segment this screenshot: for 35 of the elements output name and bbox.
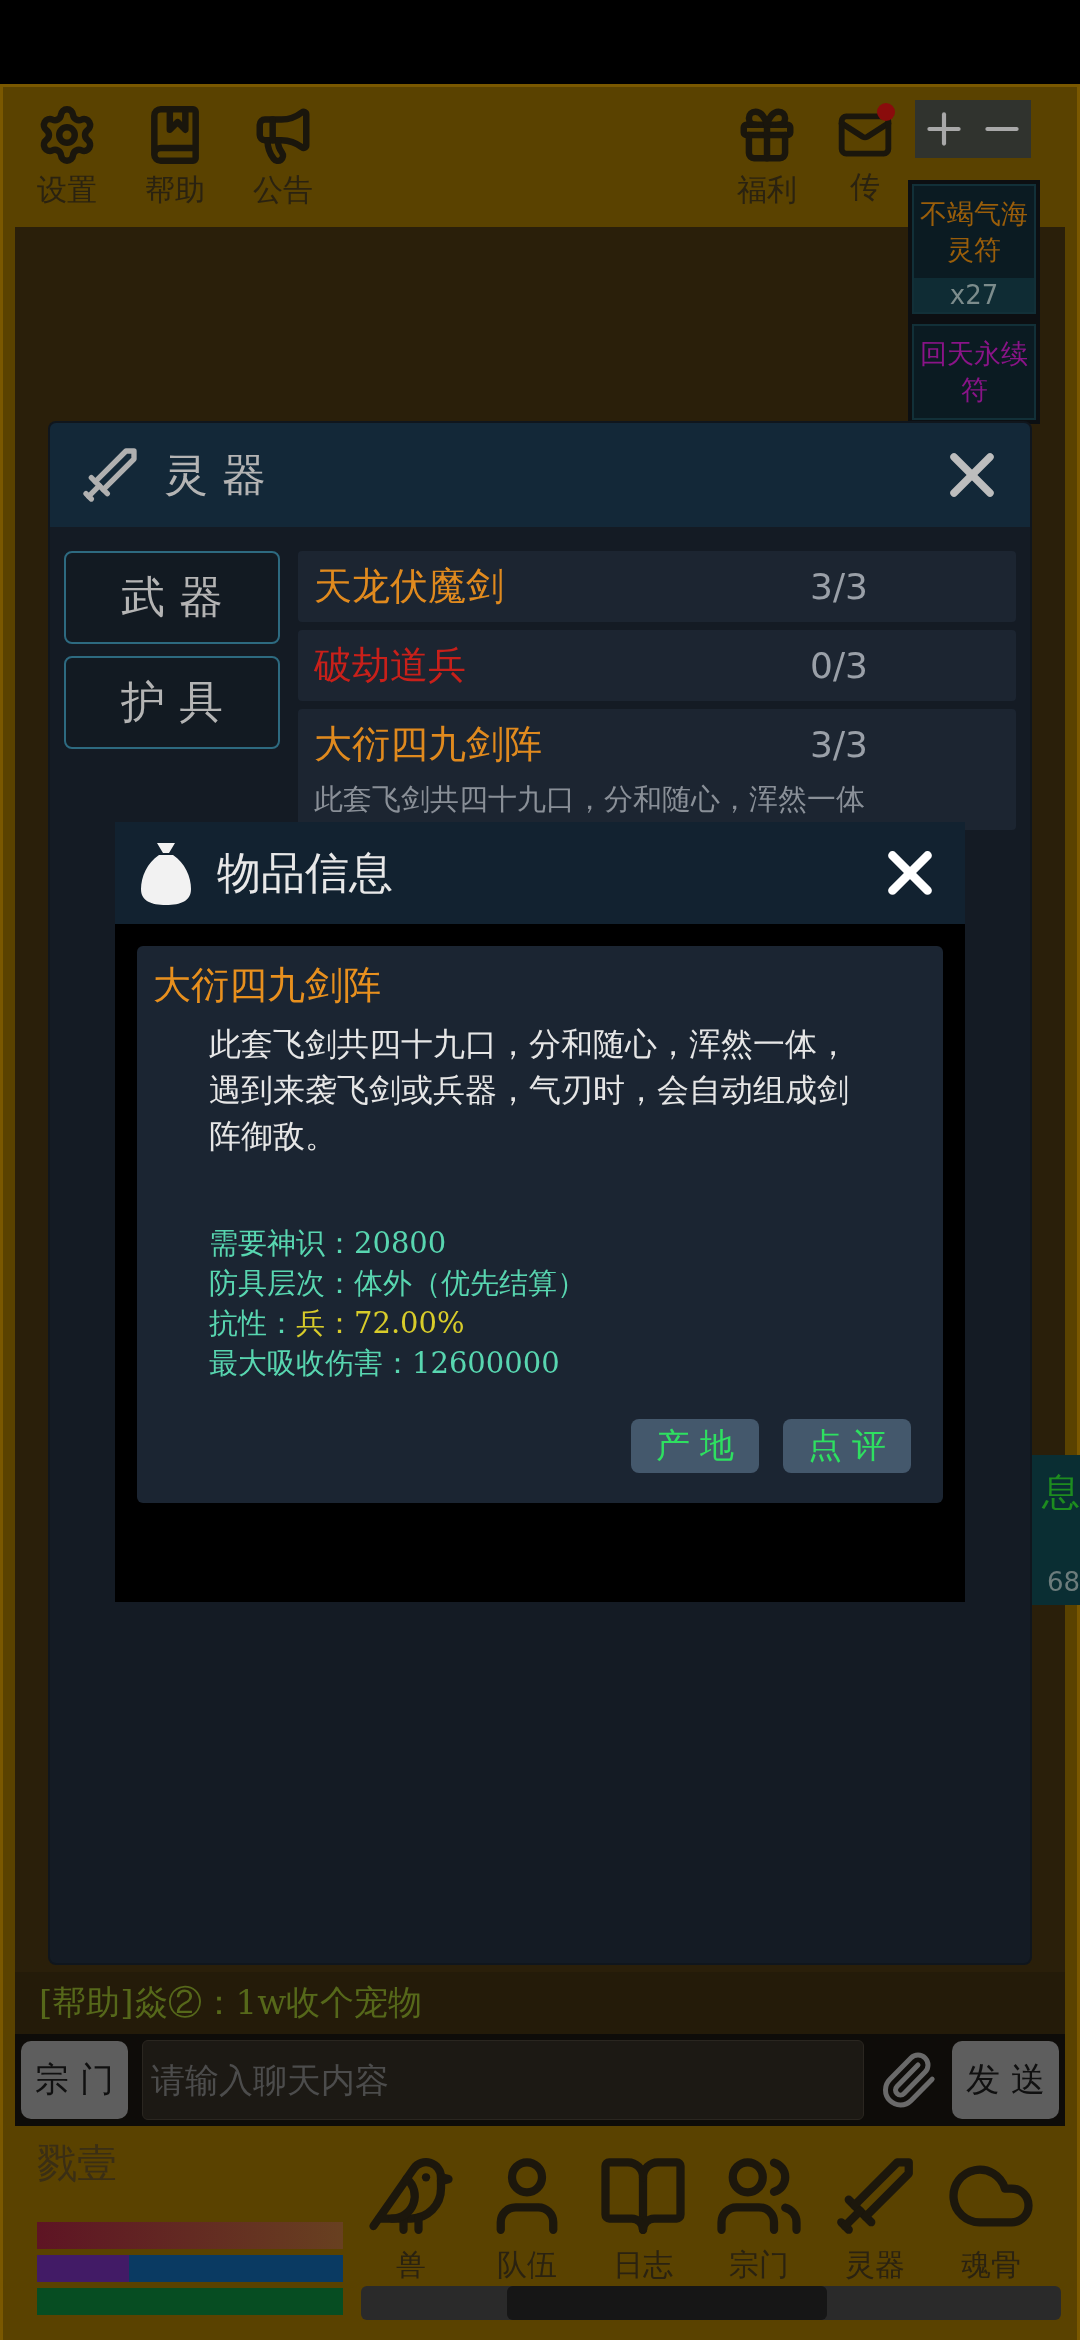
money-bag-icon xyxy=(139,841,193,905)
equipment-name: 天龙伏魔剑 xyxy=(314,563,505,610)
dialog-button[interactable]: 产 地 xyxy=(631,1419,759,1473)
dialog-title: 物品信息 xyxy=(217,845,394,900)
buff-count: x27 xyxy=(914,278,1034,312)
chat-input[interactable]: 请输入聊天内容 xyxy=(141,2040,865,2120)
category-tab[interactable]: 武 器 xyxy=(64,551,280,644)
equipment-count: 3/3 xyxy=(810,566,869,607)
equipment-row[interactable]: 破劫道兵 0/3 xyxy=(298,630,1016,701)
buff-card[interactable]: 回天永续符 xyxy=(912,324,1036,420)
equipment-row[interactable]: 天龙伏魔剑 3/3 xyxy=(298,551,1016,622)
equipment-count: 0/3 xyxy=(810,645,869,686)
equipment-row[interactable]: 大衍四九剑阵 3/3 此套飞剑共四十九口，分和随心，浑然一体 xyxy=(298,709,1016,830)
channel-button[interactable]: 宗 门 xyxy=(21,2041,128,2119)
item-stat: 需要神识：20800 xyxy=(209,1225,448,1262)
equipment-name: 大衍四九剑阵 xyxy=(314,721,543,768)
buff-name: 不竭气海灵符 xyxy=(919,197,1029,267)
side-label: 息 xyxy=(1042,1469,1080,1516)
scroll-thumb[interactable] xyxy=(507,2286,827,2320)
dialog-button[interactable]: 点 评 xyxy=(783,1419,911,1473)
chat-message: [帮助]焱②：1w收个宠物 xyxy=(15,1972,1065,2034)
buff-card[interactable]: 不竭气海灵符 x27 xyxy=(912,184,1036,314)
item-description: 此套飞剑共四十九口，分和随心，浑然一体，遇到来袭飞剑或兵器，气刃时，会自动组成剑阵御敌。 xyxy=(209,1024,850,1157)
equipment-count: 3/3 xyxy=(810,724,869,765)
item-stat: 最大吸收伤害：12600000 xyxy=(209,1345,561,1382)
item-stat: 抗性：兵：72.00% xyxy=(209,1305,466,1342)
item-name: 大衍四九剑阵 xyxy=(153,962,382,1009)
side-count: 68 xyxy=(1046,1567,1080,1597)
equipment-name: 破劫道兵 xyxy=(314,642,467,689)
send-button[interactable]: 发 送 xyxy=(952,2041,1059,2119)
equipment-description: 此套飞剑共四十九口，分和随心，浑然一体 xyxy=(314,781,866,818)
item-stat: 防具层次：体外（优先结算） xyxy=(209,1265,587,1302)
side-tab[interactable]: 息 68 xyxy=(1032,1455,1080,1605)
panel-title: 灵 器 xyxy=(164,447,267,502)
category-tab[interactable]: 护 具 xyxy=(64,656,280,749)
